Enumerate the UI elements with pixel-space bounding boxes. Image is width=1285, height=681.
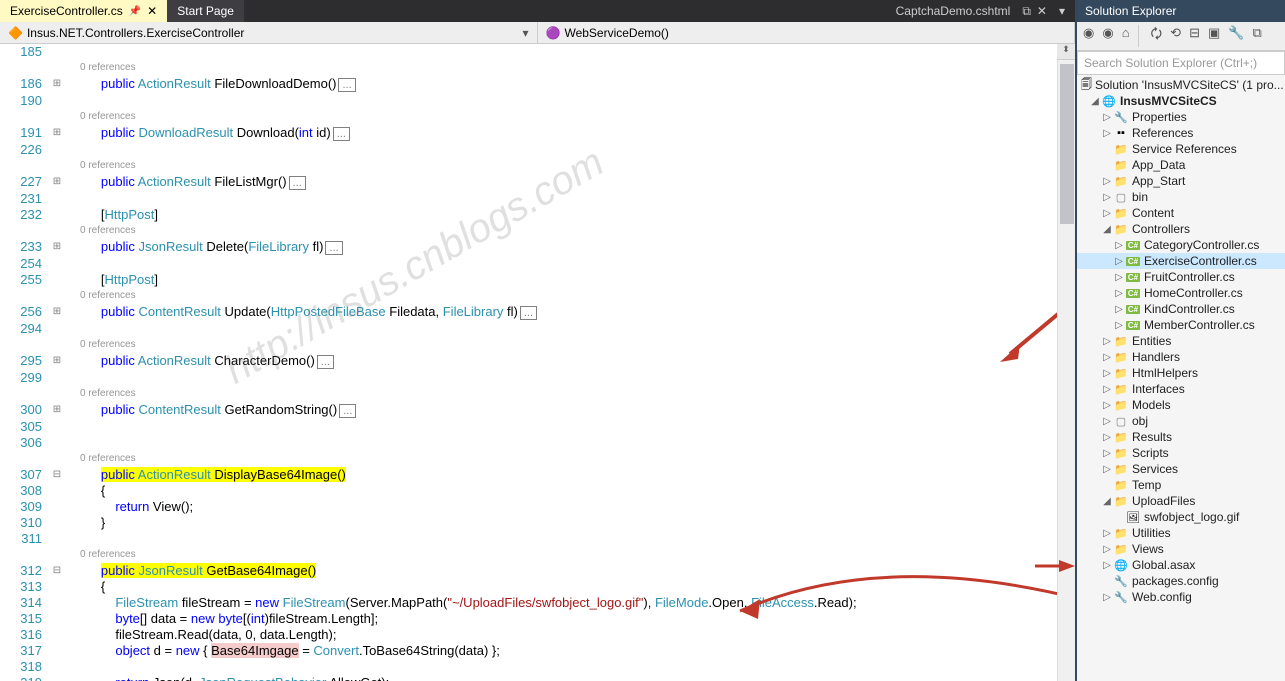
solution-node[interactable]: 🗐Solution 'InsusMVCSiteCS' (1 pro... xyxy=(1077,77,1285,93)
tree-item[interactable]: ▷🔧Properties xyxy=(1077,109,1285,125)
pin-icon[interactable]: 📌 xyxy=(129,6,141,17)
tree-item[interactable]: ▷📁Views xyxy=(1077,541,1285,557)
tab-label: CaptchaDemo.cshtml xyxy=(896,4,1011,18)
home-icon[interactable]: ⌂ xyxy=(1120,25,1132,47)
chevron-down-icon[interactable]: ▾ xyxy=(522,26,528,40)
sync-icon[interactable]: ⟲ xyxy=(1168,25,1183,47)
class-name: Insus.NET.Controllers.ExerciseController xyxy=(27,26,244,40)
method-icon: 🟣 xyxy=(546,26,561,40)
tree-item[interactable]: ▷📁Models xyxy=(1077,397,1285,413)
tree-item[interactable]: 📁Temp xyxy=(1077,477,1285,493)
sidebar-title: Solution Explorer xyxy=(1077,0,1285,22)
tree-item[interactable]: 📁Service References xyxy=(1077,141,1285,157)
tree-item[interactable]: ▷📁App_Start xyxy=(1077,173,1285,189)
tab-active-file[interactable]: ExerciseController.cs 📌 ✕ xyxy=(0,0,167,22)
dropdown-icon[interactable]: ▾ xyxy=(1059,4,1065,18)
tree-item[interactable]: ▷C#KindController.cs xyxy=(1077,301,1285,317)
breadcrumb: 🔶 Insus.NET.Controllers.ExerciseControll… xyxy=(0,22,1075,44)
tab-right-file[interactable]: CaptchaDemo.cshtml ⧉ ✕ ▾ xyxy=(886,0,1075,22)
scroll-thumb[interactable] xyxy=(1060,64,1074,224)
tree-item[interactable]: ▷▢bin xyxy=(1077,189,1285,205)
tree-item-selected[interactable]: ▷C#ExerciseController.cs xyxy=(1077,253,1285,269)
sidebar-toolbar: ◉ ◉ ⌂ 🗘 ⟲ ⊟ ▣ 🔧 ⧉ xyxy=(1077,22,1285,51)
scrollbar[interactable]: ⬍ ▴ xyxy=(1057,44,1075,681)
tree-item[interactable]: ▷📁Handlers xyxy=(1077,349,1285,365)
tree-item[interactable]: ▷C#FruitController.cs xyxy=(1077,269,1285,285)
tree-item[interactable]: 🔧packages.config xyxy=(1077,573,1285,589)
tree-item[interactable]: ▷📁Entities xyxy=(1077,333,1285,349)
tree-item[interactable]: 📁App_Data xyxy=(1077,157,1285,173)
tree-item[interactable]: ▷📁Services xyxy=(1077,461,1285,477)
tree-item[interactable]: ▷C#MemberController.cs xyxy=(1077,317,1285,333)
class-icon: 🔶 xyxy=(8,26,23,40)
tab-label: Start Page xyxy=(177,4,234,18)
back-icon[interactable]: ◉ xyxy=(1081,25,1096,47)
solution-explorer: Solution Explorer ◉ ◉ ⌂ 🗘 ⟲ ⊟ ▣ 🔧 ⧉ Sear… xyxy=(1075,0,1285,681)
solution-tree[interactable]: 🗐Solution 'InsusMVCSiteCS' (1 pro... ◢🌐I… xyxy=(1077,75,1285,681)
tree-item[interactable]: ▷🔧Web.config xyxy=(1077,589,1285,605)
tree-item[interactable]: ▷📁Utilities xyxy=(1077,525,1285,541)
tree-item[interactable]: ▷▢obj xyxy=(1077,413,1285,429)
tree-item[interactable]: ▷📁Scripts xyxy=(1077,445,1285,461)
refresh-icon[interactable]: 🗘 xyxy=(1149,25,1165,47)
preview-icon[interactable]: ⧉ xyxy=(1250,25,1263,47)
editor-tabs: ExerciseController.cs 📌 ✕ Start Page Cap… xyxy=(0,0,1075,22)
tab-start-page[interactable]: Start Page xyxy=(167,0,244,22)
forward-icon[interactable]: ◉ xyxy=(1100,25,1115,47)
properties-icon[interactable]: 🔧 xyxy=(1226,25,1246,47)
class-nav[interactable]: 🔶 Insus.NET.Controllers.ExerciseControll… xyxy=(0,22,538,43)
tree-item[interactable]: ◢📁UploadFiles xyxy=(1077,493,1285,509)
tree-item[interactable]: ▷C#CategoryController.cs xyxy=(1077,237,1285,253)
tree-item[interactable]: ▷📁Content xyxy=(1077,205,1285,221)
tree-item[interactable]: ▷📁HtmlHelpers xyxy=(1077,365,1285,381)
tree-item[interactable]: ▷C#HomeController.cs xyxy=(1077,285,1285,301)
member-nav[interactable]: 🟣 WebServiceDemo() xyxy=(538,22,1076,43)
tree-item[interactable]: ▷▪▪References xyxy=(1077,125,1285,141)
tree-item[interactable]: ▷📁Interfaces xyxy=(1077,381,1285,397)
search-input[interactable]: Search Solution Explorer (Ctrl+;) xyxy=(1077,51,1285,75)
split-icon[interactable]: ⬍ xyxy=(1057,44,1075,60)
close-icon[interactable]: ✕ xyxy=(147,4,157,18)
project-node[interactable]: ◢🌐InsusMVCSiteCS xyxy=(1077,93,1285,109)
collapse-icon[interactable]: ⊟ xyxy=(1187,25,1202,47)
showall-icon[interactable]: ▣ xyxy=(1206,25,1222,47)
close-icon[interactable]: ✕ xyxy=(1037,4,1047,18)
member-name: WebServiceDemo() xyxy=(564,26,668,40)
code-editor[interactable]: http://insus.cnblogs.com 185 0 reference… xyxy=(0,44,1057,681)
tree-item[interactable]: ▷📁Results xyxy=(1077,429,1285,445)
tree-item[interactable]: ▷🌐Global.asax xyxy=(1077,557,1285,573)
tree-item[interactable]: ◢📁Controllers xyxy=(1077,221,1285,237)
tab-label: ExerciseController.cs xyxy=(10,4,123,18)
tree-item-image[interactable]: 🖼swfobject_logo.gif xyxy=(1077,509,1285,525)
preview-icon: ⧉ xyxy=(1022,4,1031,19)
